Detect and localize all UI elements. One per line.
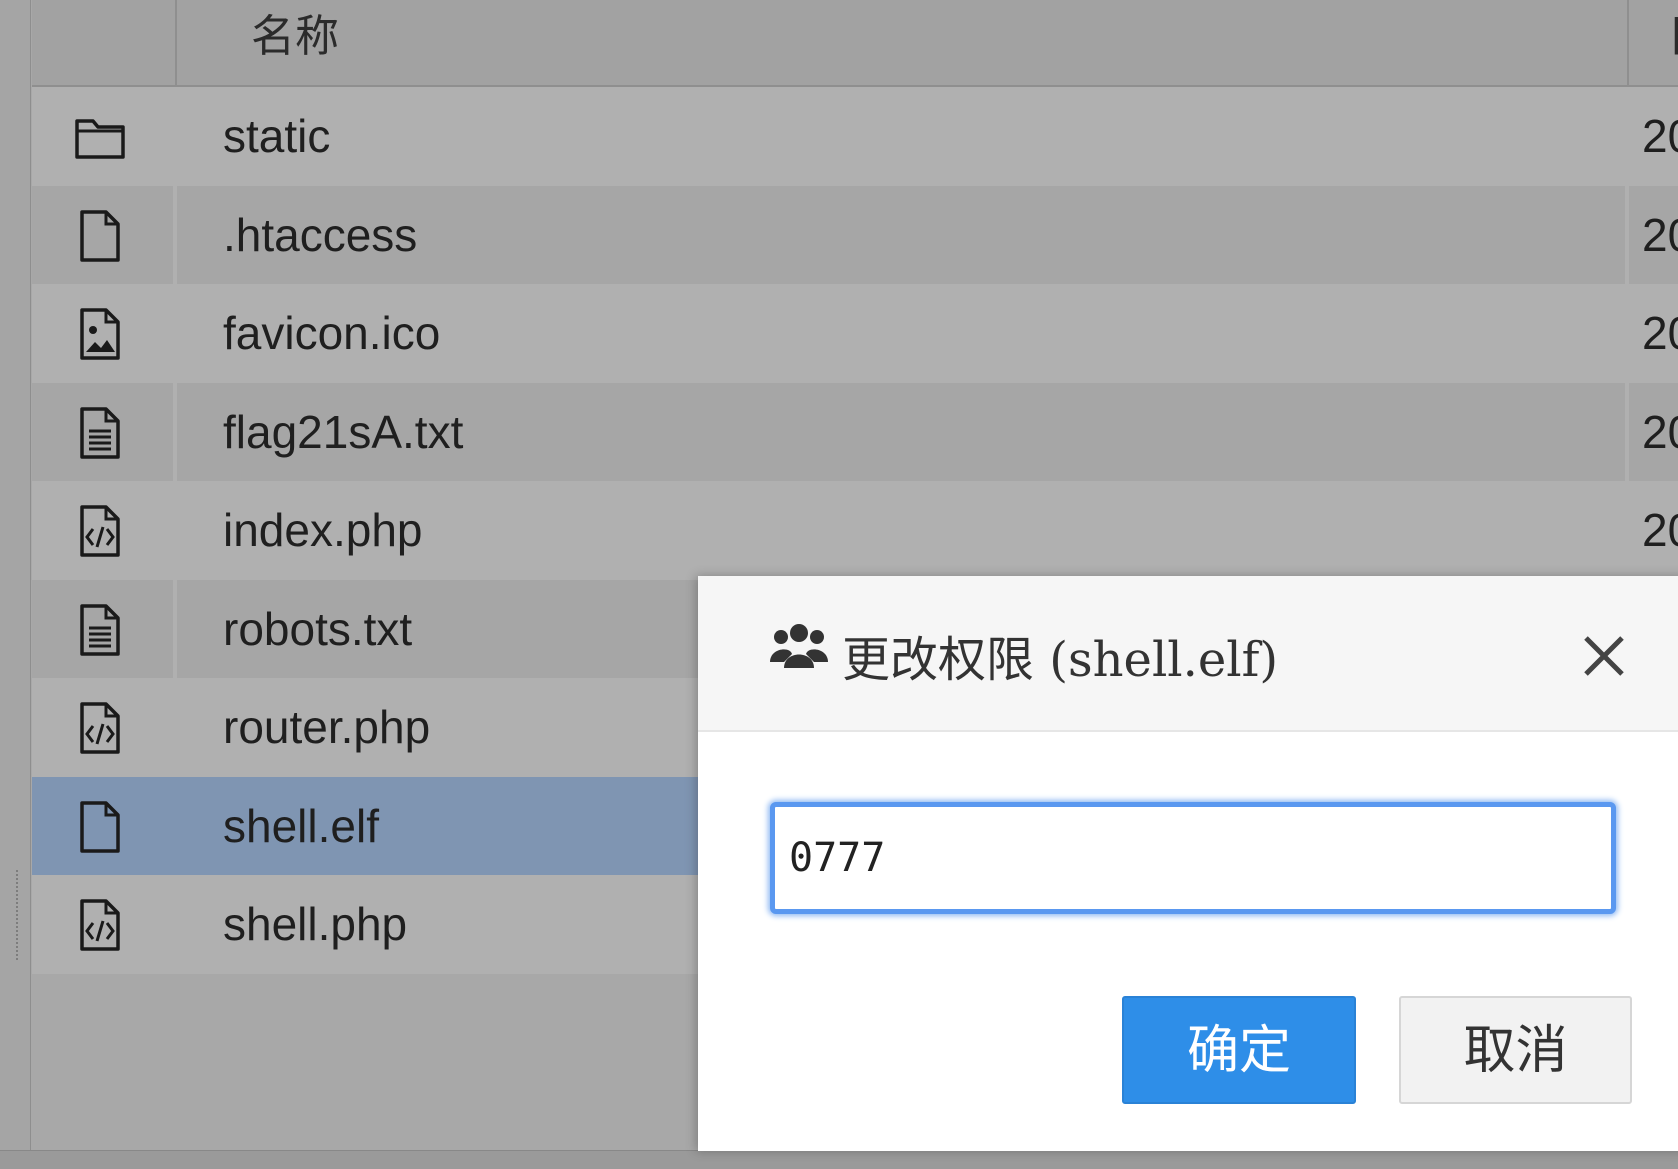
file-date-cell: 201 [1629,284,1678,383]
file-icon-cell [32,382,177,481]
file-date: 201 [1642,110,1678,162]
confirm-button[interactable]: 确定 [1122,996,1356,1104]
file-icon-cell [32,777,173,876]
left-splitter[interactable] [0,0,31,1150]
file-name: favicon.ico [223,307,441,359]
dialog-title: 更改权限 (shell.elf) [842,632,1279,688]
file-name: router.php [223,701,431,753]
users-icon [770,624,828,668]
splitter-grip[interactable] [16,870,21,960]
file-name: index.php [223,504,423,556]
file-date-cell: 201 [1629,383,1678,482]
file-date-cell: 201 [1629,87,1678,186]
header-date-label: 日 [1667,0,1678,64]
file-icon-cell [32,185,177,284]
close-icon[interactable] [1576,628,1632,684]
file-row[interactable]: index.php 201 [32,481,1678,580]
file-name-cell[interactable]: static [177,87,1625,186]
file-icon-cell [32,875,173,974]
file-name: static [223,110,331,162]
header-name-column[interactable]: 名称 [177,0,1629,85]
file-row[interactable]: flag21sA.txt 201 [32,382,1678,482]
file-name-cell[interactable]: .htaccess [177,185,1629,284]
file-name: shell.elf [223,799,379,852]
file-row[interactable]: favicon.ico 201 [32,284,1678,383]
file-name: flag21sA.txt [223,405,464,458]
header-icon-column [32,0,177,85]
file-date: 201 [1642,405,1678,458]
file-row[interactable]: .htaccess 201 [32,185,1678,285]
file-name-cell[interactable]: flag21sA.txt [177,382,1629,481]
table-header: 名称 日 [32,0,1678,87]
file-date-cell: 201 [1629,481,1678,580]
change-permission-dialog: 更改权限 (shell.elf) 确定 取消 [698,576,1678,1151]
file-name: shell.php [223,898,408,950]
header-date-column[interactable]: 日 [1629,0,1678,85]
header-name-label: 名称 [251,11,339,62]
file-date: 201 [1642,504,1678,556]
status-bar [0,1150,1678,1169]
file-name-cell[interactable]: index.php [177,481,1625,580]
file-icon-cell [32,284,173,383]
file-icon-cell [32,481,173,580]
file-name: .htaccess [223,208,418,261]
file-name: robots.txt [223,602,413,655]
file-date: 201 [1642,307,1678,359]
file-icon-cell [32,87,173,186]
file-date: 201 [1642,208,1678,261]
file-icon-cell [32,579,177,678]
file-icon-cell [32,678,173,777]
file-row[interactable]: static 201 [32,87,1678,186]
file-name-cell[interactable]: favicon.ico [177,284,1625,383]
permission-input[interactable] [770,802,1616,914]
file-date-cell: 201 [1629,186,1678,285]
dialog-header: 更改权限 (shell.elf) [698,576,1678,732]
cancel-button[interactable]: 取消 [1399,996,1632,1104]
